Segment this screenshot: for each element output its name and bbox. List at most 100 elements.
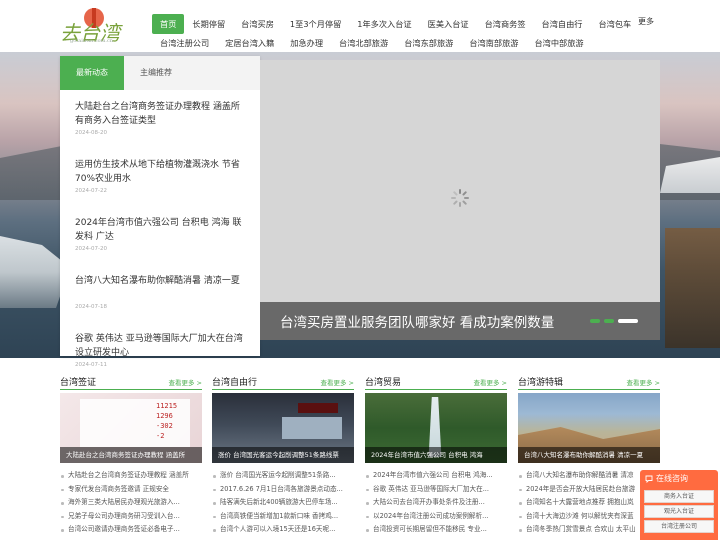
column-list: 2024年台湾市值六强公司 台积电 鸿海... 谷歌 英伟达 亚马逊等国际大厂加大… — [365, 469, 507, 537]
online-service-buttons: 商务入台证观光入台证台湾注册公司 — [640, 490, 718, 533]
sub-nav-item[interactable]: 台湾东部旅游 — [396, 34, 461, 52]
column-2: 台湾自由行 查看更多 > 涨价 台湾国光客运今起削调整51条路线票 涨价 台湾国光客运… — [212, 372, 354, 537]
online-service-header[interactable]: 在线咨询 — [640, 470, 718, 488]
news-item[interactable]: 大陆赴台之台湾商务签证办理教程 涵盖所有商务入台签证类型 2024-08-20 — [75, 90, 245, 148]
news-item-date: 2024-07-11 — [75, 362, 107, 368]
column-featured-image[interactable]: 2024年台湾市值六强公司 台积电 鸿海 — [365, 393, 507, 463]
nav-item[interactable]: 台湾自由行 — [534, 14, 591, 34]
image-caption[interactable]: 台湾八大知名瀑布助你解酷消暑 清凉一夏 — [518, 447, 660, 463]
nav-item[interactable]: 台湾包车 — [590, 14, 639, 34]
column-list-item[interactable]: 台湾公司邀请办理商务签证必备电子... — [60, 523, 202, 537]
slider-dot[interactable] — [590, 319, 600, 323]
image-caption[interactable]: 大陆赴台之台湾商务签证办理教程 涵盖所 — [60, 447, 202, 463]
nav-item[interactable]: 台湾商务签 — [477, 14, 534, 34]
sub-nav-item[interactable]: 定居台湾入籍 — [217, 34, 282, 52]
nav-item[interactable]: 1年多次入台证 — [349, 14, 419, 34]
column-list: 台湾八大知名瀑布助你解酷消暑 清凉 2024年是否会开放大陆居民赴台旅游 台湾知名十… — [518, 469, 660, 537]
nav-item[interactable]: 长期停留 — [184, 14, 233, 34]
nav-item[interactable]: 台湾买房 — [233, 14, 282, 34]
document-number: -302 — [156, 422, 173, 430]
column-list-item[interactable]: 台湾知名十大露营地点推荐 拥抱山岚 — [518, 496, 660, 510]
news-item[interactable]: 运用仿生技术从地下给植物灌溉浇水 节省70%农业用水 2024-07-22 — [75, 148, 245, 206]
news-item-title[interactable]: 大陆赴台之台湾商务签证办理教程 涵盖所有商务入台签证类型 — [75, 100, 245, 128]
column-title[interactable]: 台湾游特辑 — [518, 375, 563, 388]
column-list-item[interactable]: 台湾十大海边沙滩 何以解忧夹有深蓝 — [518, 510, 660, 524]
column-list-item[interactable]: 大陆赴台之台湾商务签证办理教程 涵盖所 — [60, 469, 202, 483]
news-item[interactable]: 台湾八大知名瀑布助你解酷消暑 清凉一夏 2024-07-18 — [75, 264, 245, 322]
column-4: 台湾游特辑 查看更多 > 台湾八大知名瀑布助你解酷消暑 清凉一夏 台湾八大知名瀑布助你… — [518, 372, 660, 537]
column-list-item[interactable]: 台湾八大知名瀑布助你解酷消暑 清凉 — [518, 469, 660, 483]
loading-spinner-icon — [451, 189, 469, 207]
column-list-item[interactable]: 专家代发台湾商务签邀请 正规安全 — [60, 483, 202, 497]
news-item-title[interactable]: 运用仿生技术从地下给植物灌溉浇水 节省70%农业用水 — [75, 158, 245, 186]
document-number: 11215 — [156, 402, 178, 410]
news-item-date: 2024-07-22 — [75, 188, 107, 194]
column-featured-image[interactable]: 台湾八大知名瀑布助你解酷消暑 清凉一夏 — [518, 393, 660, 463]
column-header: 台湾游特辑 查看更多 > — [518, 372, 660, 390]
column-list-item[interactable]: 谷歌 英伟达 亚马逊等国际大厂加大在... — [365, 483, 507, 497]
news-tab[interactable]: 主编推荐 — [124, 56, 188, 90]
image-slider[interactable]: 台湾买房置业服务团队哪家好 看成功案例数量 — [260, 60, 660, 340]
nav-item[interactable]: 首页 — [152, 14, 185, 34]
main-nav: 首页 长期停留 台湾买房 1至3个月停留 1年多次入台证 医美入台证 台湾商务签 台湾自由行台… — [152, 14, 639, 34]
online-service-button[interactable]: 台湾注册公司 — [644, 520, 714, 533]
column-list-item[interactable]: 兄弟子母公司办理商务研习受训入台... — [60, 510, 202, 524]
column-list: 涨价 台湾国光客运今起削调整51条路... 2017.6.26 7月1日台湾各旅游… — [212, 469, 354, 537]
sub-nav-item[interactable]: 加急办理 — [282, 34, 331, 52]
column-list-item[interactable]: 大陆公司去台湾开办事处条件及注册... — [365, 496, 507, 510]
news-panel: 最新动态 主编推荐 大陆赴台之台湾商务签证办理教程 涵盖所有商务入台签证类型 202… — [60, 56, 260, 368]
view-more-link[interactable]: 查看更多 > — [320, 377, 354, 387]
column-list-item[interactable]: 台湾冬季热门赏雪景点 合欢山 太平山 — [518, 523, 660, 537]
sub-nav-item[interactable]: 台湾中部旅游 — [526, 34, 591, 52]
online-service-button[interactable]: 商务入台证 — [644, 490, 714, 503]
online-service-button[interactable]: 观光入台证 — [644, 505, 714, 518]
column-list-item[interactable]: 以2024年台湾注册公司成功案例解析... — [365, 510, 507, 524]
slider-dot[interactable] — [618, 319, 638, 323]
slider-dot[interactable] — [604, 319, 614, 323]
column-list-item[interactable]: 涨价 台湾国光客运今起削调整51条路... — [212, 469, 354, 483]
news-item[interactable]: 谷歌 英伟达 亚马逊等国际大厂加大在台湾设立研发中心 2024-07-11 — [75, 322, 245, 380]
slider-title[interactable]: 台湾买房置业服务团队哪家好 看成功案例数量 — [280, 311, 554, 331]
column-list-item[interactable]: 台湾个人游可以入境15天还是16天呢... — [212, 523, 354, 537]
news-list: 大陆赴台之台湾商务签证办理教程 涵盖所有商务入台签证类型 2024-08-20 运用… — [60, 90, 260, 380]
sub-nav-item[interactable]: 台湾北部旅游 — [331, 34, 396, 52]
news-item[interactable]: 2024年台湾市值六强公司 台积电 鸿海 联发科 广达 2024-07-20 — [75, 206, 245, 264]
nav-more-link[interactable]: 更多 — [638, 16, 654, 27]
sub-nav-item[interactable]: 台湾南部旅游 — [461, 34, 526, 52]
view-more-link[interactable]: 查看更多 > — [626, 377, 660, 387]
bus-sign — [298, 403, 338, 413]
column-title[interactable]: 台湾贸易 — [365, 375, 401, 388]
image-caption[interactable]: 涨价 台湾国光客运今起削调整51条路线票 — [212, 447, 354, 463]
column-list: 大陆赴台之台湾商务签证办理教程 涵盖所 专家代发台湾商务签邀请 正规安全 海外第三类… — [60, 469, 202, 537]
nav-item[interactable]: 医美入台证 — [420, 14, 477, 34]
column-list-item[interactable]: 台湾高铁便当新增加1款新口味 香拷鸡... — [212, 510, 354, 524]
image-caption[interactable]: 2024年台湾市值六强公司 台积电 鸿海 — [365, 447, 507, 463]
news-item-title[interactable]: 谷歌 英伟达 亚马逊等国际大厂加大在台湾设立研发中心 — [75, 332, 245, 360]
bus-window — [282, 417, 342, 439]
document-number: -2 — [156, 432, 165, 440]
column-list-item[interactable]: 陆客满失后新北400辆旅游大巴停车场... — [212, 496, 354, 510]
column-3: 台湾贸易 查看更多 > 2024年台湾市值六强公司 台积电 鸿海 2024年台湾市值六… — [365, 372, 507, 537]
logo-subtitle: gotaiwan.com.cn — [70, 38, 114, 44]
view-more-link[interactable]: 查看更多 > — [473, 377, 507, 387]
news-item-title[interactable]: 台湾八大知名瀑布助你解酷消暑 清凉一夏 — [75, 274, 245, 302]
nav-item[interactable]: 1至3个月停留 — [282, 14, 349, 34]
news-tab[interactable]: 最新动态 — [60, 56, 124, 90]
column-list-item[interactable]: 海外第三类大陆居民办理观光旅游入... — [60, 496, 202, 510]
column-featured-image[interactable]: 涨价 台湾国光客运今起削调整51条路线票 — [212, 393, 354, 463]
news-item-title[interactable]: 2024年台湾市值六强公司 台积电 鸿海 联发科 广达 — [75, 216, 245, 244]
column-featured-image[interactable]: 11215 1296 -302 -2 大陆赴台之台湾商务签证办理教程 涵盖所 — [60, 393, 202, 463]
column-list-item[interactable]: 2017.6.26 7月1日台湾各旅游景点动态... — [212, 483, 354, 497]
sub-nav-item[interactable]: 台湾注册公司 — [152, 34, 217, 52]
document-number: 1296 — [156, 412, 173, 420]
news-tabs: 最新动态 主编推荐 — [60, 56, 260, 90]
dock-right — [665, 228, 720, 348]
column-list-item[interactable]: 2024年台湾市值六强公司 台积电 鸿海... — [365, 469, 507, 483]
column-list-item[interactable]: 台湾投资可长期居留但不能移民 专业... — [365, 523, 507, 537]
column-list-item[interactable]: 2024年是否会开放大陆居民赴台旅游 — [518, 483, 660, 497]
site-header: 去台湾 gotaiwan.com.cn 首页 长期停留 台湾买房 1至3个月停留 1年多… — [0, 0, 720, 52]
slider-dots — [590, 319, 638, 323]
news-item-date: 2024-07-18 — [75, 304, 107, 310]
column-1: 台湾签证 查看更多 >11215 1296 -302 -2 大陆赴台之台湾商务签证办理教程… — [60, 372, 202, 537]
slider-caption-bar: 台湾买房置业服务团队哪家好 看成功案例数量 — [260, 302, 660, 340]
